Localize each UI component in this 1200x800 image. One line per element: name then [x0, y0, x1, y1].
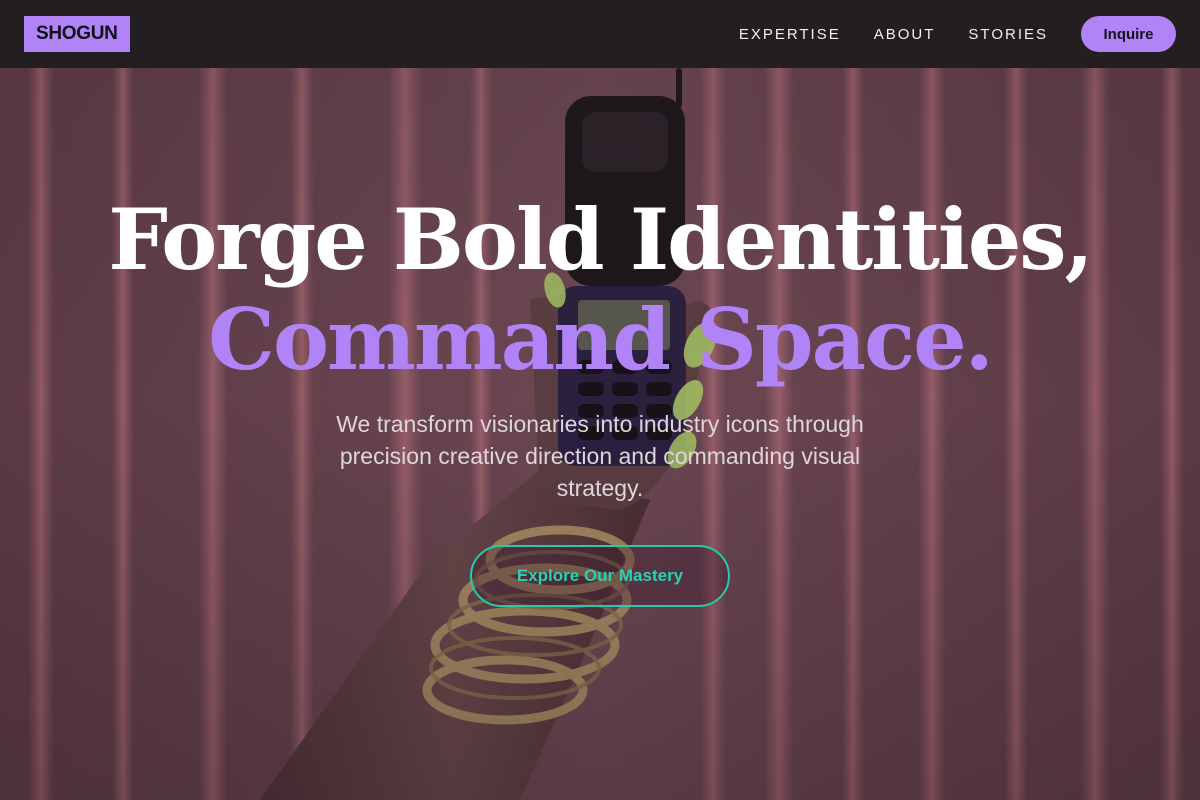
- explore-mastery-button[interactable]: Explore Our Mastery: [470, 545, 730, 607]
- nav-links: EXPERTISE ABOUT STORIES: [739, 0, 1048, 68]
- nav-link-expertise[interactable]: EXPERTISE: [739, 26, 841, 43]
- hero-headline: Forge Bold Identities, Command Space.: [0, 190, 1200, 390]
- brand-logo[interactable]: SHOGUN: [24, 16, 130, 52]
- hero-headline-line-2: Command Space.: [208, 290, 994, 389]
- nav-link-stories[interactable]: STORIES: [968, 26, 1048, 43]
- top-navigation-bar: SHOGUN EXPERTISE ABOUT STORIES Inquire: [0, 0, 1200, 68]
- inquire-button[interactable]: Inquire: [1081, 16, 1176, 52]
- nav-link-about[interactable]: ABOUT: [874, 26, 936, 43]
- hero-subtitle: We transform visionaries into industry i…: [336, 411, 864, 501]
- hero-headline-line-1: Forge Bold Identities,: [108, 190, 1094, 289]
- hero-overlay: [0, 0, 1200, 800]
